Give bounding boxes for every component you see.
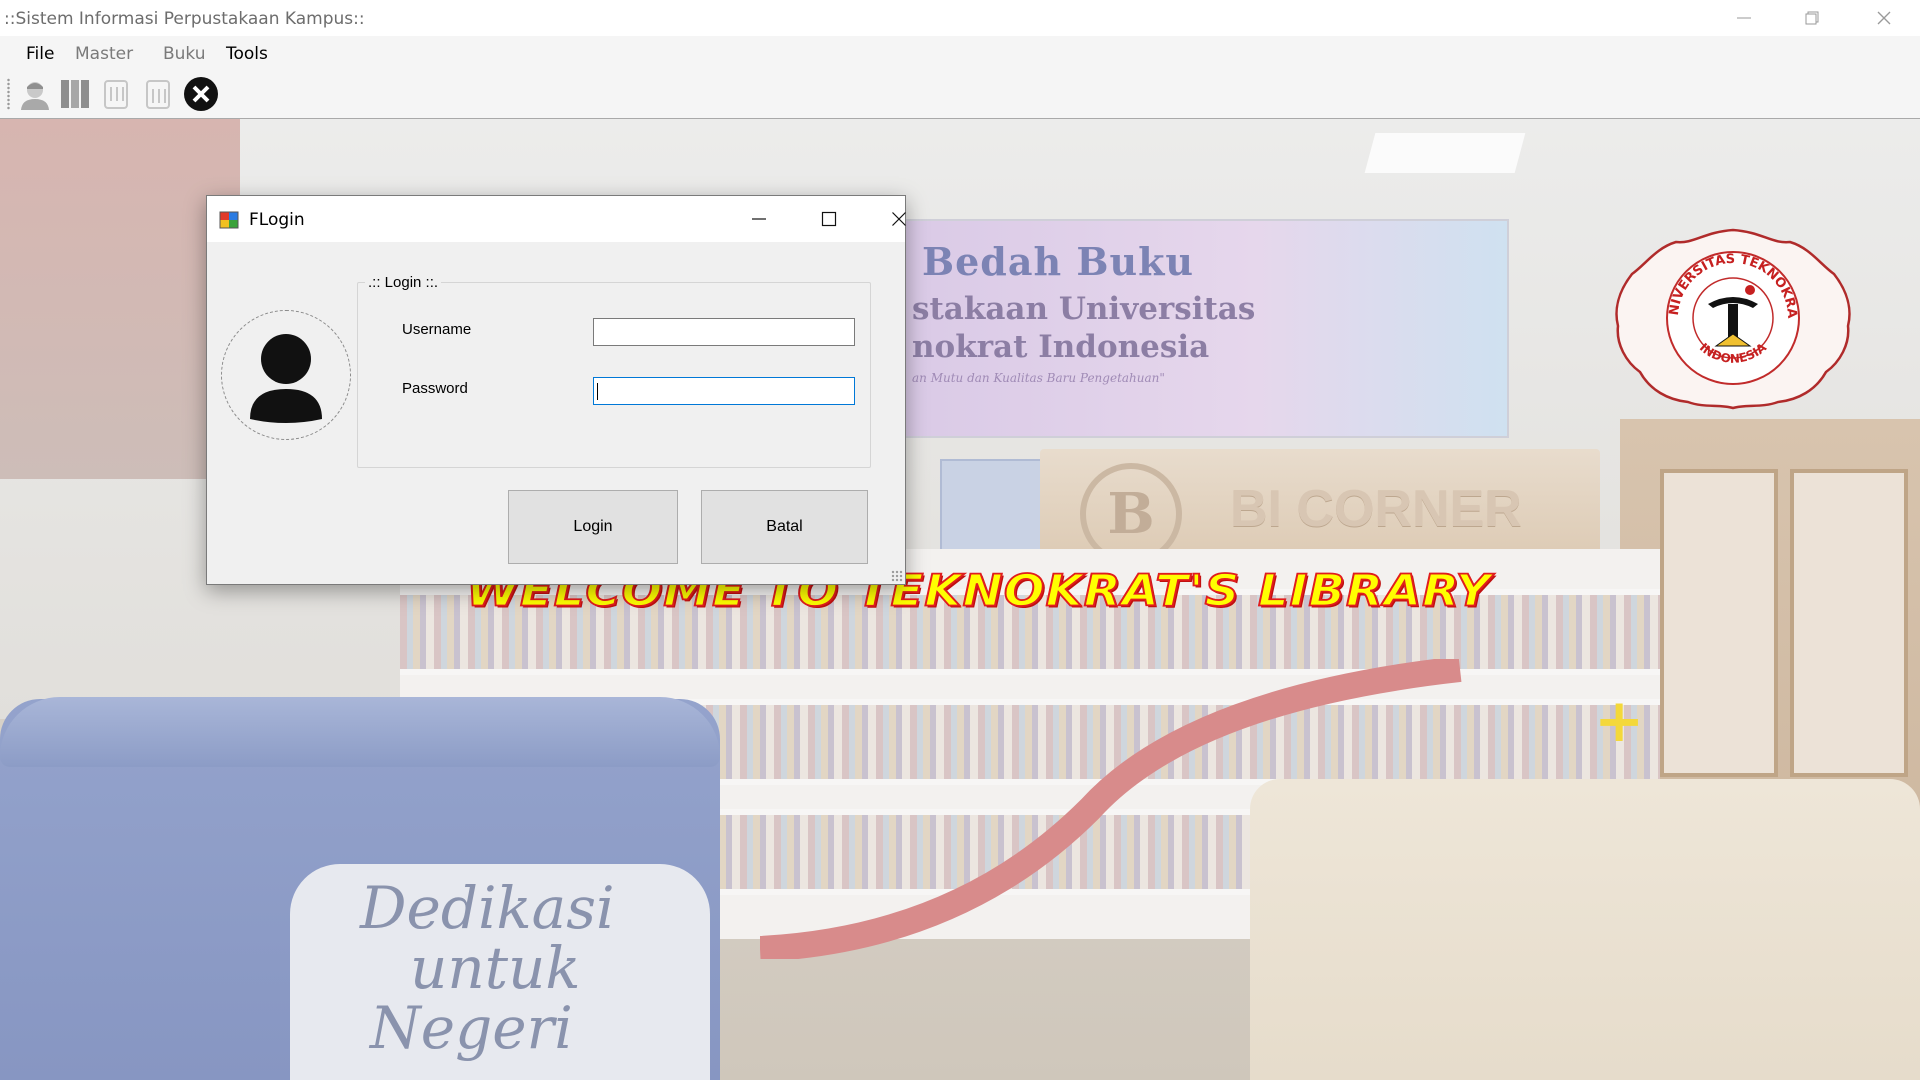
left-shelf: [0, 119, 240, 479]
dialog-title: FLogin: [249, 210, 305, 230]
toolbar: [0, 70, 1920, 119]
minimize-icon: [752, 218, 766, 220]
desk-text-1: Dedikasi: [360, 874, 615, 942]
desk-text-2: untuk: [410, 934, 581, 1002]
desk-text-3: Negeri: [370, 994, 573, 1062]
restore-icon: [1805, 11, 1819, 25]
menu-master[interactable]: Master: [75, 44, 133, 64]
menu-buku[interactable]: Buku: [163, 44, 206, 64]
restore-button[interactable]: [1780, 0, 1844, 36]
borrow-icon: [104, 80, 128, 109]
event-banner: Bedah Buku stakaan Universitas nokrat In…: [880, 219, 1509, 438]
dialog-maximize-button[interactable]: [799, 196, 859, 242]
desk-panel: Dedikasi untuk Negeri: [290, 864, 710, 1080]
banner-line-2: stakaan Universitas: [912, 291, 1256, 327]
banner-line-3: nokrat Indonesia: [912, 329, 1210, 365]
toolbar-borrow-button[interactable]: [98, 75, 136, 113]
banner-title: Bedah Buku: [922, 239, 1195, 284]
close-icon: [1877, 11, 1891, 25]
toolbar-exit-button[interactable]: [182, 75, 220, 113]
exit-icon: [184, 77, 218, 111]
main-title-bar: ::Sistem Informasi Perpustakaan Kampus::: [0, 0, 1920, 36]
dialog-minimize-button[interactable]: [729, 196, 789, 242]
cabinet-glass-right: [1790, 469, 1908, 777]
desk-top: [0, 697, 720, 767]
ceiling-lamp: [1364, 133, 1526, 173]
university-logo: UNIVERSITAS TEKNOKRAT INDONESIA: [1612, 226, 1851, 410]
sofa: [1250, 779, 1920, 1080]
bi-corner-text: BI CORNER: [1230, 480, 1522, 538]
text-caret: [597, 383, 598, 400]
plus-decor: +: [1594, 686, 1645, 756]
login-groupbox: [357, 282, 871, 468]
dialog-close-button[interactable]: [869, 196, 929, 242]
cabinet-glass-left: [1660, 469, 1778, 777]
login-dialog: FLogin .:: Login ::. Username Password L…: [206, 195, 906, 585]
maximize-icon: [821, 211, 837, 227]
menu-file[interactable]: File: [26, 44, 54, 64]
resize-grip[interactable]: [891, 570, 903, 582]
toolbar-user-button[interactable]: [16, 75, 54, 113]
toolbar-grip[interactable]: [7, 78, 10, 110]
cancel-button[interactable]: Batal: [701, 490, 868, 564]
minimize-icon: [1737, 17, 1751, 19]
password-input[interactable]: [593, 377, 855, 405]
menu-bar: File Master Buku Tools: [0, 36, 1920, 70]
password-label: Password: [402, 380, 468, 397]
banner-line-4: an Mutu dan Kualitas Baru Pengetahuan": [912, 371, 1165, 385]
close-button[interactable]: [1852, 0, 1916, 36]
username-label: Username: [402, 321, 472, 338]
username-input[interactable]: [593, 318, 855, 346]
login-button[interactable]: Login: [508, 490, 678, 564]
dialog-title-bar: FLogin: [207, 196, 906, 242]
user-icon: [21, 82, 49, 110]
return-icon: [146, 80, 170, 109]
toolbar-books-button[interactable]: [56, 75, 94, 113]
app-title: ::Sistem Informasi Perpustakaan Kampus::: [4, 9, 365, 29]
toolbar-return-button[interactable]: [140, 75, 178, 113]
close-icon: [892, 212, 906, 226]
login-group-label: .:: Login ::.: [365, 274, 442, 291]
books-icon: [61, 80, 89, 108]
user-silhouette-icon: [250, 334, 322, 423]
form-icon: [219, 211, 239, 229]
menu-tools[interactable]: Tools: [226, 44, 268, 64]
minimize-button[interactable]: [1712, 0, 1776, 36]
user-avatar: [221, 310, 351, 440]
